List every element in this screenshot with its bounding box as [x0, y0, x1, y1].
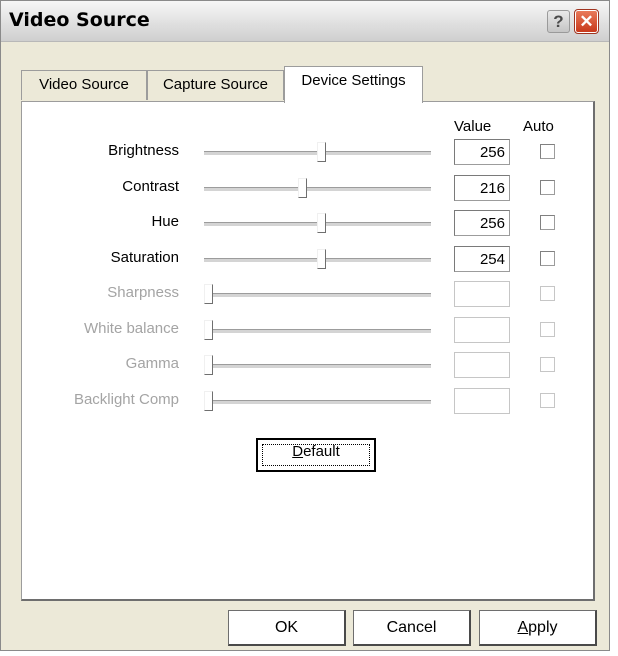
sharpness-slider-thumb	[204, 284, 213, 304]
help-icon: ?	[553, 11, 564, 31]
backlight-comp-slider-thumb	[204, 391, 213, 411]
default-button-label: Default	[292, 443, 340, 460]
sharpness-slider-track	[204, 293, 431, 298]
white-balance-value-field	[454, 317, 510, 343]
brightness-value-field[interactable]: 256	[454, 139, 510, 165]
saturation-auto-checkbox[interactable]	[540, 251, 555, 266]
cancel-button-label: Cancel	[386, 619, 437, 636]
gamma-slider-thumb	[204, 355, 213, 375]
sharpness-label: Sharpness	[107, 284, 179, 301]
tab-label: Video Source	[39, 76, 129, 93]
saturation-label: Saturation	[110, 249, 179, 266]
sharpness-value-field	[454, 281, 510, 307]
brightness-auto-checkbox[interactable]	[540, 144, 555, 159]
white-balance-label: White balance	[83, 320, 179, 337]
cancel-button[interactable]: Cancel	[353, 610, 471, 646]
apply-button[interactable]: Apply	[479, 610, 597, 646]
tab-label: Device Settings	[301, 72, 406, 89]
contrast-auto-checkbox[interactable]	[540, 180, 555, 195]
apply-button-label: Apply	[517, 619, 558, 636]
backlight-comp-value-field	[454, 388, 510, 414]
title-bar[interactable]: Video Source ? ✕	[1, 1, 609, 42]
gamma-slider-track	[204, 364, 431, 369]
white-balance-auto-checkbox	[540, 322, 555, 337]
default-button[interactable]: Default	[256, 438, 376, 472]
saturation-value-field[interactable]: 254	[454, 246, 510, 272]
gamma-auto-checkbox	[540, 357, 555, 372]
sharpness-auto-checkbox	[540, 286, 555, 301]
dialog-window: Video Source ? ✕ Video Source Capture So…	[0, 0, 610, 651]
white-balance-slider-track	[204, 329, 431, 334]
contrast-value-field[interactable]: 216	[454, 175, 510, 201]
tab-video-source[interactable]: Video Source	[21, 70, 147, 100]
backlight-comp-auto-checkbox	[540, 393, 555, 408]
brightness-slider-thumb[interactable]	[317, 142, 326, 162]
contrast-label: Contrast	[122, 178, 179, 195]
contrast-slider-track[interactable]	[204, 187, 431, 192]
hue-label: Hue	[151, 213, 179, 230]
window-title: Video Source	[9, 9, 150, 31]
close-icon: ✕	[579, 11, 594, 31]
hue-value-field[interactable]: 256	[454, 210, 510, 236]
auto-column-header: Auto	[523, 118, 554, 135]
white-balance-slider-thumb	[204, 320, 213, 340]
help-button[interactable]: ?	[547, 10, 570, 33]
ok-button-label: OK	[274, 619, 299, 636]
gamma-value-field	[454, 352, 510, 378]
brightness-label: Brightness	[108, 142, 179, 159]
value-column-header: Value	[454, 118, 492, 135]
tab-label: Capture Source	[162, 76, 269, 93]
hue-slider-thumb[interactable]	[317, 213, 326, 233]
backlight-comp-label: Backlight Comp	[73, 391, 179, 408]
hue-auto-checkbox[interactable]	[540, 215, 555, 230]
close-button[interactable]: ✕	[574, 9, 599, 34]
tab-device-settings[interactable]: Device Settings	[284, 66, 423, 103]
tab-capture-source[interactable]: Capture Source	[147, 70, 284, 100]
ok-button[interactable]: OK	[228, 610, 346, 646]
gamma-label: Gamma	[125, 355, 179, 372]
backlight-comp-slider-track	[204, 400, 431, 405]
contrast-slider-thumb[interactable]	[298, 178, 307, 198]
saturation-slider-thumb[interactable]	[317, 249, 326, 269]
